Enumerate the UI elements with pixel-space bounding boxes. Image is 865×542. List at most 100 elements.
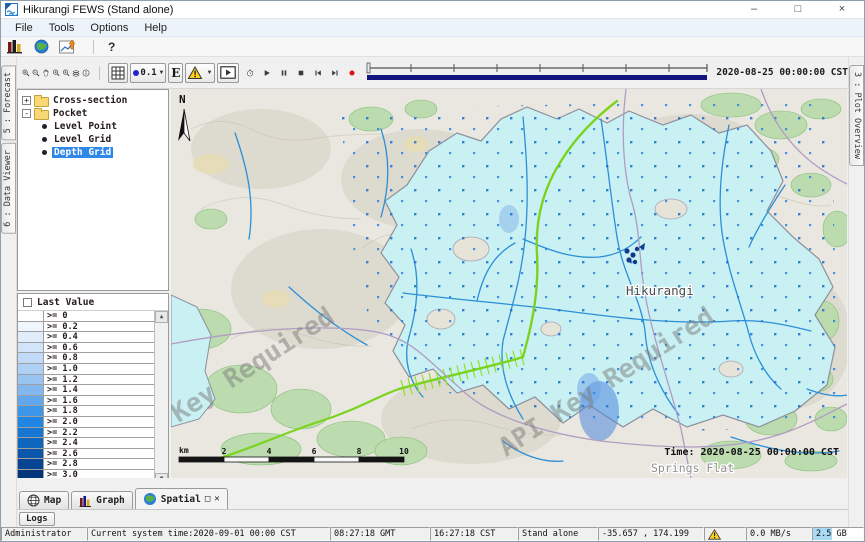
legend-row[interactable]: >= 0.4 [18, 332, 154, 343]
status-coordinates: -35.657 , 174.199 [598, 527, 704, 541]
legend-row[interactable]: >= 0 [18, 311, 154, 322]
legend-row[interactable]: >= 1.4 [18, 385, 154, 396]
labels-toggle-button[interactable]: E [168, 63, 183, 83]
tree-node-label[interactable]: Level Point [52, 121, 119, 132]
skip-to-end-button[interactable] [331, 63, 339, 83]
time-series-display-icon[interactable] [59, 39, 77, 54]
last-value-label: Last Value [37, 297, 94, 308]
tree-node-label-selected[interactable]: Depth Grid [52, 147, 113, 158]
time-slider[interactable] [365, 62, 710, 84]
pan-hand-icon[interactable] [42, 63, 50, 83]
minimize-button[interactable]: – [732, 1, 776, 18]
svg-text:6: 6 [312, 447, 317, 456]
svg-text:4: 4 [267, 447, 272, 456]
zoom-previous-icon[interactable] [52, 63, 60, 83]
maximize-button[interactable]: □ [776, 1, 820, 18]
legend-row[interactable]: >= 2.4 [18, 438, 154, 449]
help-button[interactable]: ? [108, 40, 115, 54]
zoom-next-icon[interactable] [62, 63, 70, 83]
expand-icon[interactable]: + [22, 96, 31, 105]
legend-row-label: >= 1.2 [44, 375, 78, 385]
right-tab-strip: 3 : Plot Overview [848, 57, 864, 527]
legend-row[interactable]: >= 0.6 [18, 343, 154, 354]
legend-row[interactable]: >= 0.2 [18, 322, 154, 333]
grid-display-globe-icon[interactable] [33, 39, 51, 54]
stop-button[interactable] [297, 63, 305, 83]
map-view[interactable]: API Key Required API Key Required N Hiku… [171, 89, 847, 478]
legend-row-label: >= 0.8 [44, 353, 78, 363]
close-button[interactable]: × [820, 1, 864, 18]
animation-timer-icon[interactable] [246, 63, 254, 83]
pause-button[interactable] [280, 63, 288, 83]
legend-row-label: >= 2.8 [44, 459, 78, 469]
time-range-bar [367, 75, 707, 80]
forecast-manager-icon[interactable] [7, 39, 25, 54]
scroll-up-icon[interactable]: ▲ [155, 311, 168, 323]
map-footer-gap [17, 478, 848, 488]
tab-data-viewer[interactable]: 6 : Data Viewer [1, 143, 16, 234]
tree-node-level-point[interactable]: Level Point [40, 120, 168, 132]
map-canvas[interactable]: API Key Required API Key Required N Hiku… [171, 89, 847, 478]
menu-options[interactable]: Options [82, 22, 136, 34]
legend-color-swatch [18, 353, 44, 363]
legend-row-label: >= 0 [44, 311, 67, 321]
thresholds-dropdown[interactable]: ▼ [185, 63, 215, 83]
globe-icon [143, 492, 157, 506]
legend-row[interactable]: >= 2.2 [18, 428, 154, 439]
tab-plot-overview[interactable]: 3 : Plot Overview [849, 65, 864, 166]
play-button[interactable] [263, 63, 271, 83]
legend-row[interactable]: >= 1.2 [18, 375, 154, 386]
status-memory-gauge: 2.5 GB [812, 527, 864, 541]
tab-forecast[interactable]: 5 : Forecast [1, 65, 16, 140]
menu-tools[interactable]: Tools [41, 22, 83, 34]
tab-close-icon[interactable]: ✕ [214, 494, 219, 504]
tab-restore-icon[interactable]: □ [205, 494, 210, 504]
legend-row-label: >= 2.2 [44, 428, 78, 438]
legend-row[interactable]: >= 0.8 [18, 353, 154, 364]
bullet-icon [42, 124, 47, 129]
last-value-checkbox[interactable] [23, 298, 32, 307]
legend-row[interactable]: >= 1.0 [18, 364, 154, 375]
svg-text:2: 2 [222, 447, 227, 456]
show-grid-button[interactable] [108, 63, 128, 83]
layers-icon[interactable] [72, 63, 80, 83]
tree-node-depth-grid[interactable]: Depth Grid [40, 146, 168, 158]
logs-tab[interactable]: Logs [19, 512, 55, 526]
legend-row[interactable]: >= 1.8 [18, 406, 154, 417]
tab-spatial[interactable]: Spatial □ ✕ [135, 488, 228, 509]
collapse-icon[interactable]: - [22, 109, 31, 118]
legend-row[interactable]: >= 2.8 [18, 459, 154, 470]
legend-row-label: >= 0.6 [44, 343, 78, 353]
bullet-icon [42, 137, 47, 142]
tab-graph[interactable]: Graph [71, 491, 133, 509]
legend-row[interactable]: >= 1.6 [18, 396, 154, 407]
place-label-springs-flat: Springs Flat [651, 461, 734, 475]
record-button[interactable] [348, 63, 356, 83]
legend-row[interactable]: >= 2.6 [18, 449, 154, 460]
tree-node-pocket[interactable]: - Pocket [22, 107, 168, 119]
menu-bar: File Tools Options Help [1, 19, 864, 37]
status-warning-cell[interactable] [704, 527, 746, 541]
legend-color-swatch [18, 396, 44, 406]
layer-tree[interactable]: + Cross-section - Pocket Level Point Lev… [17, 89, 169, 291]
tab-map[interactable]: Map [19, 491, 69, 509]
skip-to-start-button[interactable] [314, 63, 322, 83]
app-window: Hikurangi FEWS (Stand alone) – □ × File … [0, 0, 865, 542]
movie-export-button[interactable] [217, 63, 239, 83]
tree-node-label[interactable]: Level Grid [52, 134, 113, 145]
info-icon[interactable] [82, 63, 90, 83]
display-tab-bar: Map Graph Spatial □ ✕ [17, 488, 848, 510]
point-size-dropdown[interactable]: 0.1 ▼ [130, 63, 166, 83]
legend-row[interactable]: >= 2.0 [18, 417, 154, 428]
legend-scrollbar[interactable]: ▲ ▼ [154, 311, 168, 485]
tree-node-cross-section[interactable]: + Cross-section [22, 94, 168, 106]
menu-help[interactable]: Help [136, 22, 175, 34]
time-slider-thumb[interactable] [367, 63, 370, 73]
tree-node-label[interactable]: Pocket [51, 108, 89, 119]
tree-node-level-grid[interactable]: Level Grid [40, 133, 168, 145]
status-gmt-time: 08:27:18 GMT [330, 527, 430, 541]
zoom-in-icon[interactable] [22, 63, 30, 83]
tree-node-label[interactable]: Cross-section [51, 95, 129, 106]
zoom-out-icon[interactable] [32, 63, 40, 83]
menu-file[interactable]: File [7, 22, 41, 34]
